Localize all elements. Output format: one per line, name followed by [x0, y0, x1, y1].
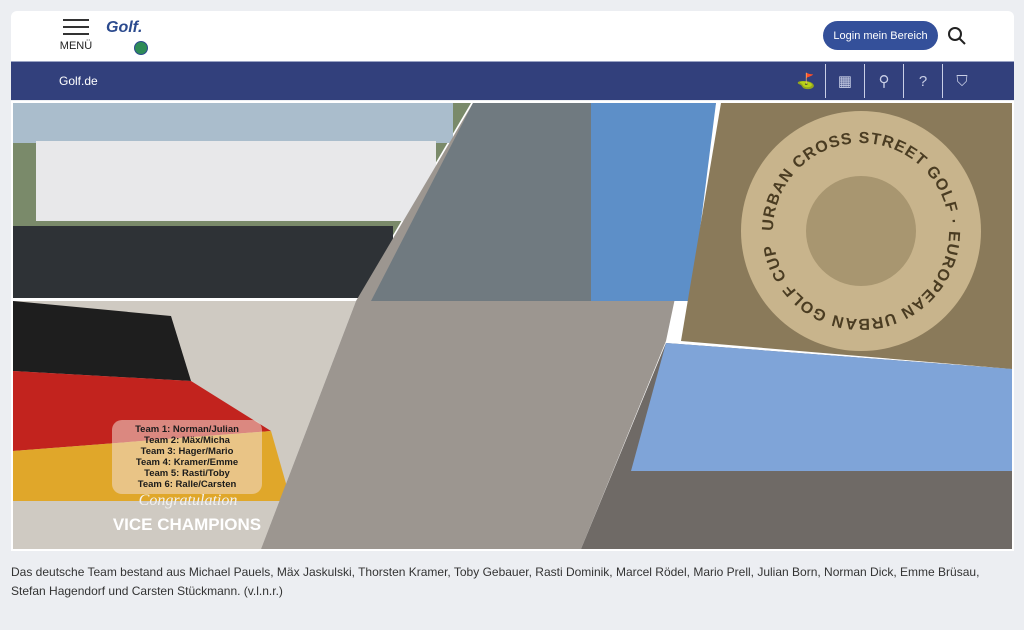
golf-de-logo[interactable]: Golf.: [106, 19, 150, 55]
calendar-icon[interactable]: ▦: [825, 64, 864, 98]
help-icon[interactable]: ?: [903, 64, 942, 98]
team-photo-bags: [13, 226, 393, 298]
nav-bar: Golf.de ⛳ ▦ ⚲ ? ⛉: [11, 61, 1014, 100]
team-line: Team 1: Norman/Julian: [135, 424, 239, 435]
team-line: Team 3: Hager/Mario: [140, 446, 234, 457]
vice-champions-text: VICE CHAMPIONS: [112, 515, 262, 534]
team-line: Team 4: Kramer/Emme: [135, 457, 239, 468]
menu-button[interactable]: MENÜ: [59, 19, 93, 52]
team-line: Team 2: Mäx/Micha: [144, 435, 230, 446]
golf-club-icon[interactable]: ⛳: [787, 64, 825, 98]
podium-icon[interactable]: ⚲: [864, 64, 903, 98]
congrats-text: Congratulation: [138, 492, 238, 509]
team-photo-players: [36, 141, 436, 221]
breadcrumb[interactable]: Golf.de: [59, 74, 98, 88]
team-list: Team 1: Norman/Julian Team 2: Mäx/Micha …: [112, 420, 262, 494]
search-icon[interactable]: [947, 26, 967, 46]
site-header: MENÜ Golf. Login mein Bereich: [11, 11, 1014, 61]
medal-center: [806, 176, 916, 286]
team-line: Team 5: Rasti/Toby: [144, 468, 230, 479]
menu-label: MENÜ: [59, 40, 93, 52]
image-caption: Das deutsche Team bestand aus Michael Pa…: [11, 565, 980, 598]
team-line: Team 6: Ralle/Carsten: [137, 479, 237, 490]
login-button[interactable]: Login mein Bereich: [823, 21, 938, 50]
team-photo-sky: [13, 103, 453, 143]
shield-check-icon[interactable]: ⛉: [942, 64, 981, 98]
